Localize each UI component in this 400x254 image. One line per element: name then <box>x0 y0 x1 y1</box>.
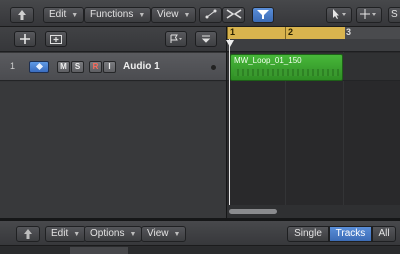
horizontal-scrollbar[interactable] <box>227 205 400 218</box>
ruler-bar-2: 2 <box>288 27 294 37</box>
view-menu-label: View <box>157 9 179 20</box>
editor-view-menu[interactable]: View ▼ <box>141 226 187 242</box>
track-row[interactable]: 1 M S R I Audio 1 <box>0 53 226 81</box>
collapse-button[interactable] <box>195 31 217 47</box>
input-monitor-button[interactable]: I <box>103 61 116 73</box>
collapse-icon <box>201 35 211 43</box>
mute-button[interactable]: M <box>57 61 70 73</box>
ruler-bar-1: 1 <box>230 27 236 37</box>
catch-button[interactable] <box>252 7 274 23</box>
editor-options-label: Options <box>90 228 125 239</box>
track-activity-led <box>211 65 216 70</box>
playhead-handle-icon[interactable] <box>226 40 234 47</box>
edit-menu[interactable]: Edit ▼ <box>43 7 85 23</box>
marker-ruler[interactable] <box>227 39 400 52</box>
filter-icon <box>257 10 269 19</box>
plus-icon <box>20 34 30 44</box>
editor-edit-menu[interactable]: Edit ▼ <box>45 226 87 242</box>
chevron-down-icon: ▼ <box>138 12 146 19</box>
chevron-down-icon: ▼ <box>173 231 181 238</box>
single-view-button[interactable]: Single <box>287 226 329 242</box>
edit-menu-label: Edit <box>49 9 67 20</box>
arrange-area[interactable]: 1 2 3 MW_Loop_01_150 <box>226 27 400 218</box>
chevron-down-icon: ▼ <box>73 231 81 238</box>
track-number: 1 <box>10 61 16 71</box>
empty-track-area[interactable] <box>0 82 226 218</box>
audio-waveform-icon <box>35 62 44 71</box>
all-view-button[interactable]: All <box>372 226 396 242</box>
editor-options-menu[interactable]: Options ▼ <box>84 226 143 242</box>
new-folder-button[interactable] <box>45 31 67 47</box>
functions-menu-label: Functions <box>90 9 134 20</box>
automation-curve-icon <box>205 9 216 19</box>
playhead[interactable] <box>229 39 230 218</box>
up-arrow-icon <box>18 10 26 20</box>
region-waveform <box>234 69 339 76</box>
chevron-down-icon: ▼ <box>183 12 191 19</box>
pointer-tool-button[interactable] <box>326 7 352 23</box>
solo-button[interactable]: S <box>71 61 84 73</box>
main-toolbar: Edit ▼ Functions ▼ View ▼ S <box>0 0 400 27</box>
global-tracks-button[interactable] <box>165 31 187 47</box>
scrollbar-thumb[interactable] <box>229 209 277 214</box>
editor-column-header <box>70 247 128 254</box>
folder-plus-icon <box>50 35 62 44</box>
marquee-tool-button[interactable] <box>356 7 382 23</box>
add-track-button[interactable] <box>14 31 36 47</box>
ruler-outside-cycle <box>345 27 400 39</box>
snap-menu-cut[interactable]: S <box>388 7 400 23</box>
track-header-toolbar <box>0 27 226 52</box>
view-menu[interactable]: View ▼ <box>151 7 197 23</box>
editor-toolbar: Edit ▼ Options ▼ View ▼ Single Tracks All <box>0 221 400 246</box>
tracks-view-button[interactable]: Tracks <box>329 226 372 242</box>
marquee-tool-icon <box>360 9 376 19</box>
automation-button[interactable] <box>199 7 222 23</box>
region-name: MW_Loop_01_150 <box>234 56 302 65</box>
flex-button[interactable] <box>222 7 245 23</box>
functions-menu[interactable]: Functions ▼ <box>84 7 152 23</box>
track-type-icon[interactable] <box>29 61 49 73</box>
snap-menu-label: S <box>391 9 398 20</box>
chevron-down-icon: ▼ <box>129 231 137 238</box>
up-arrow-icon <box>24 229 32 239</box>
flag-dropdown-icon <box>170 34 182 43</box>
ruler-tick <box>227 27 228 39</box>
editor-content-strip <box>0 247 400 254</box>
track-name[interactable]: Audio 1 <box>123 61 160 72</box>
back-button[interactable] <box>10 7 34 23</box>
pointer-tool-icon <box>333 9 346 19</box>
track-header-column: 1 M S R I Audio 1 <box>0 27 226 218</box>
flex-time-icon <box>226 9 241 19</box>
editor-edit-label: Edit <box>51 228 69 239</box>
ruler-bar-3: 3 <box>346 27 352 37</box>
audio-region[interactable]: MW_Loop_01_150 <box>230 54 343 81</box>
editor-back-button[interactable] <box>16 226 40 242</box>
editor-view-label: View <box>147 228 169 239</box>
ruler-tick <box>285 27 286 39</box>
record-enable-button[interactable]: R <box>89 61 102 73</box>
chevron-down-icon: ▼ <box>71 12 79 19</box>
